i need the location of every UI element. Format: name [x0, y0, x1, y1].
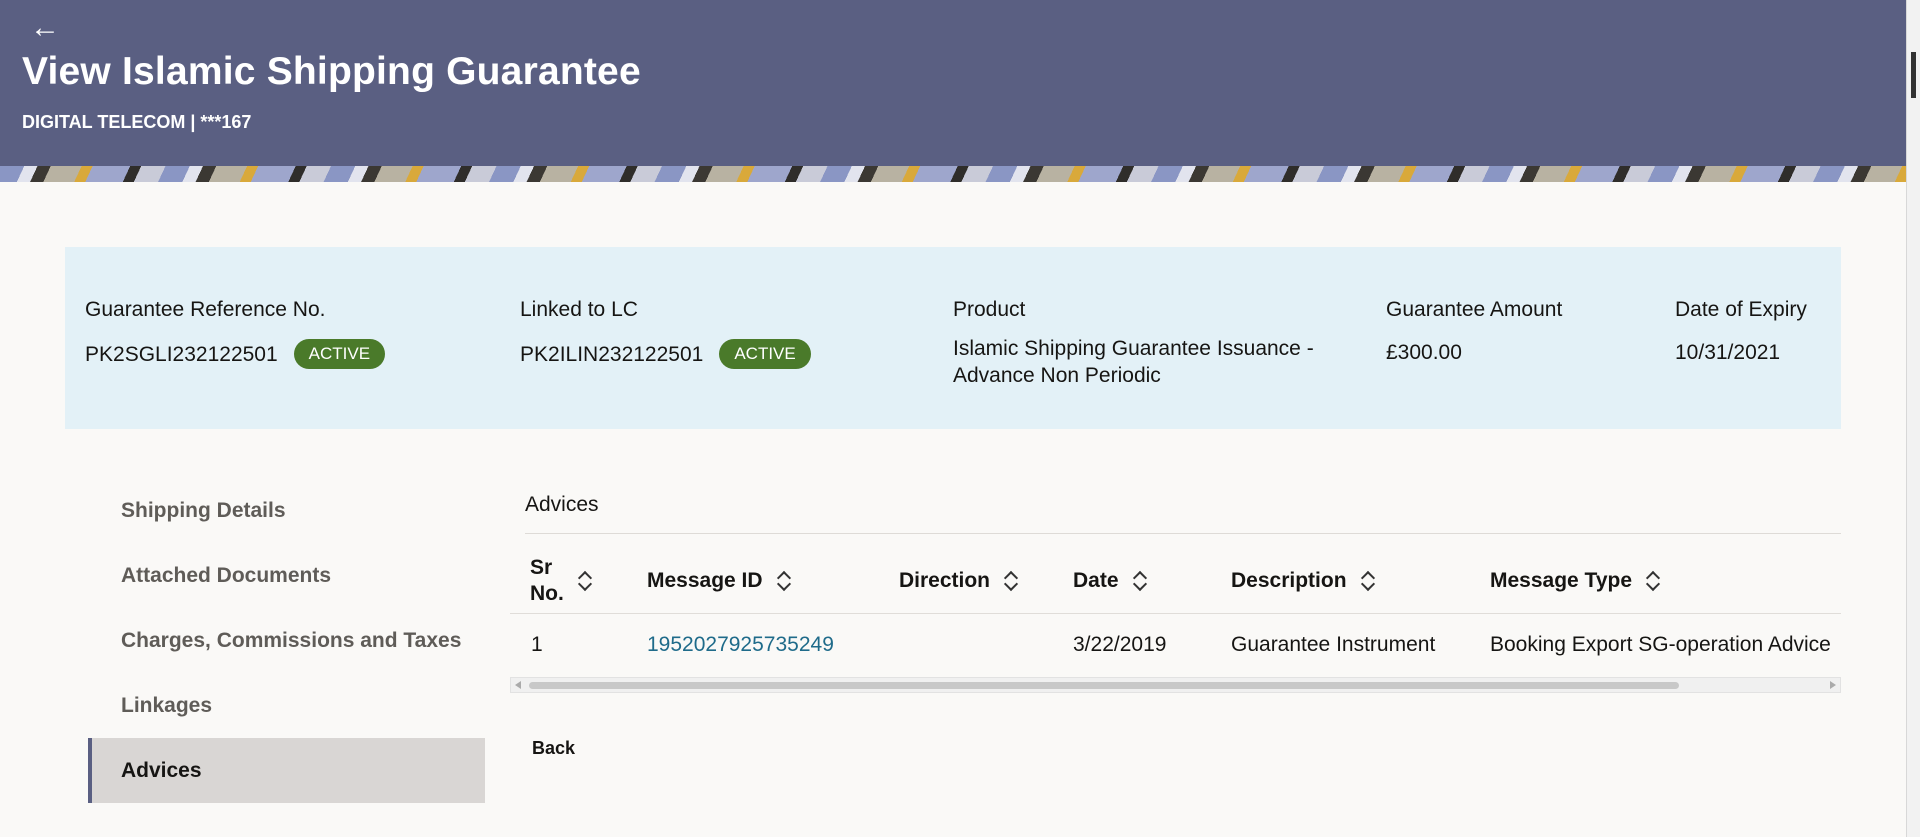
guarantee-status-badge: ACTIVE — [293, 339, 386, 369]
table-row: 1 1952027925735249 3/22/2019 Guarantee I… — [510, 614, 1841, 675]
cell-message-id-link[interactable]: 1952027925735249 — [647, 614, 834, 675]
section-divider — [525, 533, 1841, 534]
col-date[interactable]: Date — [1073, 547, 1147, 614]
summary-amount: Guarantee Amount £300.00 — [1386, 297, 1562, 366]
linked-lc-value: PK2ILIN232122501 — [520, 342, 704, 366]
sort-icon[interactable] — [777, 570, 791, 592]
linked-lc-label: Linked to LC — [520, 298, 638, 321]
col-message-id[interactable]: Message ID — [647, 547, 791, 614]
product-label: Product — [953, 298, 1026, 321]
nav-item-attached-documents[interactable]: Attached Documents — [88, 543, 485, 608]
back-arrow-icon[interactable]: ← — [30, 10, 60, 46]
header-banner-decoration — [0, 166, 1906, 182]
section-nav: Shipping Details Attached Documents Char… — [88, 478, 485, 803]
guarantee-ref-label: Guarantee Reference No. — [85, 298, 326, 321]
summary-product: Product Islamic Shipping Guarantee Issua… — [953, 297, 1353, 389]
sort-icon[interactable] — [1004, 570, 1018, 592]
nav-item-charges[interactable]: Charges, Commissions and Taxes — [88, 608, 485, 673]
sort-icon[interactable] — [1361, 570, 1375, 592]
nav-item-advices[interactable]: Advices — [88, 738, 485, 803]
col-sr-no-line1: Sr — [530, 555, 553, 579]
scroll-right-icon[interactable] — [1830, 681, 1836, 689]
summary-expiry: Date of Expiry 10/31/2021 — [1675, 297, 1807, 366]
sort-icon[interactable] — [1133, 570, 1147, 592]
guarantee-ref-value: PK2SGLI232122501 — [85, 342, 278, 366]
table-scrollbar-thumb[interactable] — [529, 682, 1679, 689]
advices-table: Sr No. Message ID Direction Date Descrip… — [510, 547, 1841, 693]
advices-section-title: Advices — [525, 493, 599, 516]
page-title: View Islamic Shipping Guarantee — [22, 50, 641, 93]
guarantee-ref-value-row: PK2SGLI232122501 ACTIVE — [85, 339, 386, 369]
cell-description: Guarantee Instrument — [1231, 632, 1436, 656]
product-value: Islamic Shipping Guarantee Issuance - Ad… — [953, 337, 1314, 387]
cell-message-type: Booking Export SG-operation Advice — [1490, 632, 1831, 656]
page-subtitle: DIGITAL TELECOM | ***167 — [22, 112, 252, 132]
summary-guarantee-ref: Guarantee Reference No. PK2SGLI232122501… — [85, 297, 386, 369]
expiry-value: 10/31/2021 — [1675, 341, 1781, 364]
amount-label: Guarantee Amount — [1386, 298, 1563, 321]
page-scrollbar[interactable] — [1906, 0, 1920, 837]
col-sr-no-label: Sr No. — [530, 555, 564, 607]
amount-value: £300.00 — [1386, 341, 1462, 364]
col-direction-label: Direction — [899, 568, 991, 592]
expiry-label: Date of Expiry — [1675, 298, 1807, 321]
col-date-label: Date — [1073, 568, 1119, 592]
col-message-id-label: Message ID — [647, 568, 763, 592]
nav-item-linkages[interactable]: Linkages — [88, 673, 485, 738]
guarantee-summary-card: Guarantee Reference No. PK2SGLI232122501… — [65, 247, 1841, 429]
sort-icon[interactable] — [1646, 570, 1660, 592]
scroll-left-icon[interactable] — [515, 681, 521, 689]
col-description[interactable]: Description — [1231, 547, 1375, 614]
nav-item-shipping-details[interactable]: Shipping Details — [88, 478, 485, 543]
cell-date: 3/22/2019 — [1073, 632, 1167, 656]
col-message-type[interactable]: Message Type — [1490, 547, 1660, 614]
linked-lc-status-badge: ACTIVE — [719, 339, 811, 369]
table-horizontal-scrollbar[interactable] — [510, 677, 1841, 693]
page-scrollbar-thumb[interactable] — [1911, 52, 1916, 98]
col-description-label: Description — [1231, 568, 1347, 592]
col-sr-no[interactable]: Sr No. — [530, 547, 592, 614]
page-header: ← View Islamic Shipping Guarantee DIGITA… — [0, 0, 1906, 182]
table-header-row: Sr No. Message ID Direction Date Descrip… — [510, 547, 1841, 614]
summary-linked-lc: Linked to LC PK2ILIN232122501 ACTIVE — [520, 297, 811, 369]
cell-sr-no: 1 — [531, 632, 543, 656]
sort-icon[interactable] — [578, 570, 592, 592]
linked-lc-value-row: PK2ILIN232122501 ACTIVE — [520, 339, 811, 369]
col-direction[interactable]: Direction — [899, 547, 1018, 614]
col-sr-no-line2: No. — [530, 581, 564, 605]
back-button[interactable]: Back — [532, 738, 575, 759]
col-message-type-label: Message Type — [1490, 568, 1633, 592]
